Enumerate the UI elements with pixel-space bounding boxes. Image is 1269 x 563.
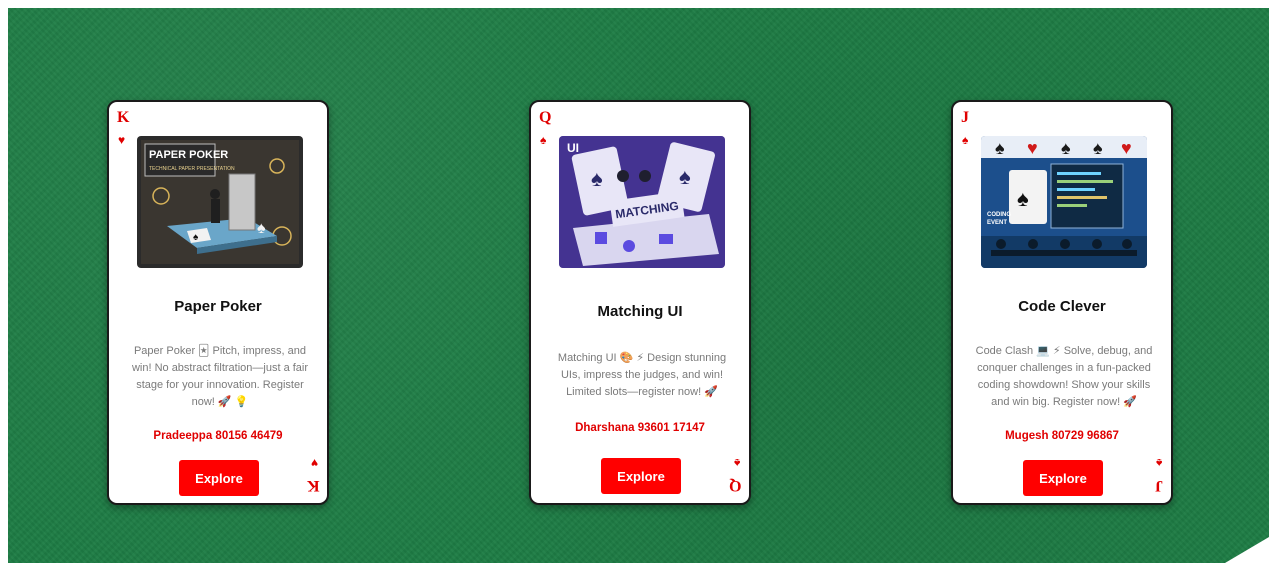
spade-suit-icon: ♠: [962, 133, 969, 147]
card-description: Matching UI 🎨 ⚡ Design stunning UIs, imp…: [557, 352, 727, 398]
image-text-ui: UI: [567, 141, 579, 155]
image-text-paper: PAPER POKER: [149, 149, 228, 161]
image-text-subtitle: TECHNICAL PAPER PRESENTATION: [149, 166, 235, 172]
svg-text:♠: ♠: [257, 220, 266, 237]
event-card-matching-ui: Q ♠ ♠ ♠ MATCHING UI Matching UI Matching…: [529, 100, 751, 505]
card-rank-bottom: K: [306, 477, 319, 494]
svg-text:♠: ♠: [995, 138, 1005, 158]
explore-button[interactable]: Explore: [1023, 460, 1103, 496]
contact-info: Dharshana 93601 17147: [575, 422, 705, 434]
explore-button[interactable]: Explore: [601, 458, 681, 494]
event-image: PAPER POKER TECHNICAL PAPER PRESENTATION…: [137, 136, 303, 268]
heart-suit-icon: ♥: [118, 133, 126, 147]
explore-button[interactable]: Explore: [179, 460, 259, 496]
card-description: Code Clash 💻 ⚡ Solve, debug, and conquer…: [975, 345, 1153, 408]
card-title: Paper Poker: [174, 298, 262, 315]
card-rank-top: Q: [539, 109, 552, 126]
svg-text:♥: ♥: [1121, 138, 1132, 158]
svg-text:♠: ♠: [1017, 186, 1029, 211]
svg-text:♠: ♠: [193, 232, 199, 243]
card-description: Paper Poker 🃏 Pitch, impress, and win! N…: [131, 345, 309, 408]
image-text-event: EVENT: [987, 220, 1007, 226]
svg-text:♠: ♠: [1093, 138, 1103, 158]
spade-suit-icon: ♠: [733, 456, 740, 470]
event-image: ♠ ♠ MATCHING UI: [559, 136, 725, 268]
event-card-paper-poker: K ♥ PAPER POKER TECHNICAL PAPER PRESENTA…: [107, 100, 329, 505]
contact-info: Mugesh 80729 96867: [1005, 430, 1119, 442]
card-rank-bottom: Q: [728, 477, 741, 494]
spade-suit-icon: ♠: [1155, 456, 1162, 470]
event-image: ♠ ♥ ♠ ♠ ♥ ♠ CODING EVENT: [981, 136, 1147, 268]
contact-info: Pradeeppa 80156 46479: [153, 430, 283, 442]
corner-decoration: [1225, 537, 1269, 563]
event-card-code-clever: J ♠ ♠ ♥ ♠ ♠ ♥ ♠ CODING EVENT Code Clever…: [951, 100, 1173, 505]
heart-suit-icon: ♥: [310, 456, 318, 470]
spade-suit-icon: ♠: [540, 133, 547, 147]
svg-text:♠: ♠: [1061, 138, 1071, 158]
card-rank-top: J: [961, 109, 969, 126]
image-text-coding: CODING: [987, 212, 1011, 218]
card-rank-bottom: J: [1155, 477, 1163, 494]
svg-text:♠: ♠: [679, 164, 691, 189]
svg-text:♠: ♠: [591, 166, 603, 191]
svg-text:♥: ♥: [1027, 138, 1038, 158]
card-rank-top: K: [117, 109, 130, 126]
card-title: Code Clever: [1018, 298, 1106, 315]
card-title: Matching UI: [597, 303, 683, 320]
